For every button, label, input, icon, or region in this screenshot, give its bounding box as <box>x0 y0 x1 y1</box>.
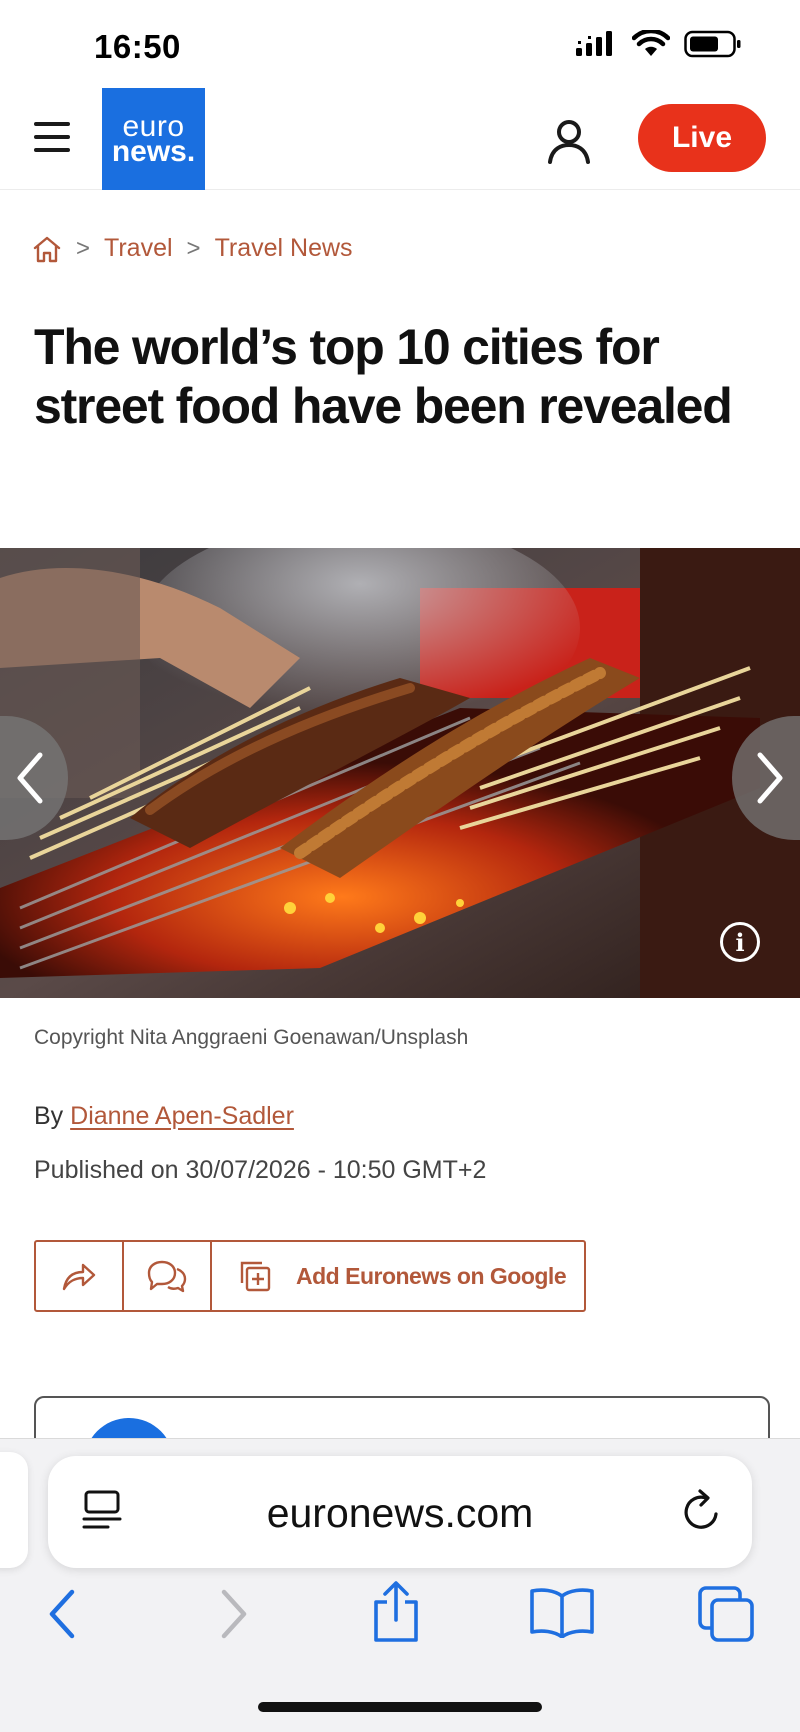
address-bar[interactable]: euronews.com <box>48 1456 752 1568</box>
page-title: The world’s top 10 cities for street foo… <box>34 319 733 434</box>
live-button[interactable]: Live <box>638 104 766 172</box>
byline: By Dianne Apen-Sadler <box>34 1102 294 1131</box>
status-icons <box>576 30 742 58</box>
forward-icon[interactable] <box>216 1586 252 1642</box>
comment-button[interactable] <box>124 1242 212 1310</box>
author-link[interactable]: Dianne Apen-Sadler <box>70 1102 294 1130</box>
image-credit: Copyright Nita Anggraeni Goenawan/Unspla… <box>34 1026 469 1049</box>
browser-nav-toolbar <box>0 1581 800 1656</box>
share-button[interactable] <box>36 1242 124 1310</box>
url-text: euronews.com <box>266 1490 534 1536</box>
status-bar: 16:50 <box>0 0 800 90</box>
menu-icon[interactable] <box>34 122 70 152</box>
back-icon[interactable] <box>44 1586 80 1642</box>
comment-icon <box>147 1260 187 1293</box>
breadcrumb: > Travel > Travel News <box>32 234 353 263</box>
article-actions: Add Euronews on Google <box>34 1240 587 1312</box>
breadcrumb-separator: > <box>186 234 201 262</box>
by-label: By <box>34 1102 64 1130</box>
chevron-left-icon <box>17 752 43 804</box>
tabs-icon[interactable] <box>696 1584 758 1644</box>
reload-icon[interactable] <box>680 1486 724 1534</box>
add-icon <box>240 1261 271 1292</box>
user-icon[interactable] <box>546 118 592 164</box>
home-indicator <box>258 1702 542 1712</box>
breadcrumb-separator: > <box>76 234 91 262</box>
home-icon[interactable] <box>32 235 62 263</box>
site-header: euro news. Live <box>0 84 800 190</box>
publish-date: Published on 30/07/2026 - 10:50 GMT+2 <box>34 1156 487 1184</box>
info-icon[interactable]: i <box>720 922 760 962</box>
breadcrumb-travel-news[interactable]: Travel News <box>215 234 353 263</box>
share-sheet-icon[interactable] <box>370 1580 422 1644</box>
wifi-icon <box>632 30 670 56</box>
battery-icon <box>684 30 741 58</box>
share-icon <box>62 1263 96 1291</box>
add-euronews-google-button[interactable]: Add Euronews on Google <box>212 1242 584 1310</box>
add-euronews-google-label: Add Euronews on Google <box>296 1262 567 1289</box>
logo-line2: news. <box>111 135 196 168</box>
status-time: 16:50 <box>94 28 181 65</box>
breadcrumb-travel[interactable]: Travel <box>104 234 173 263</box>
bookmarks-icon[interactable] <box>528 1586 596 1638</box>
previous-tab-preview[interactable] <box>0 1452 28 1568</box>
signal-icon <box>576 31 612 56</box>
hero-image[interactable] <box>0 548 800 998</box>
chevron-right-icon <box>757 752 783 804</box>
euronews-logo[interactable]: euro news. <box>102 88 205 190</box>
